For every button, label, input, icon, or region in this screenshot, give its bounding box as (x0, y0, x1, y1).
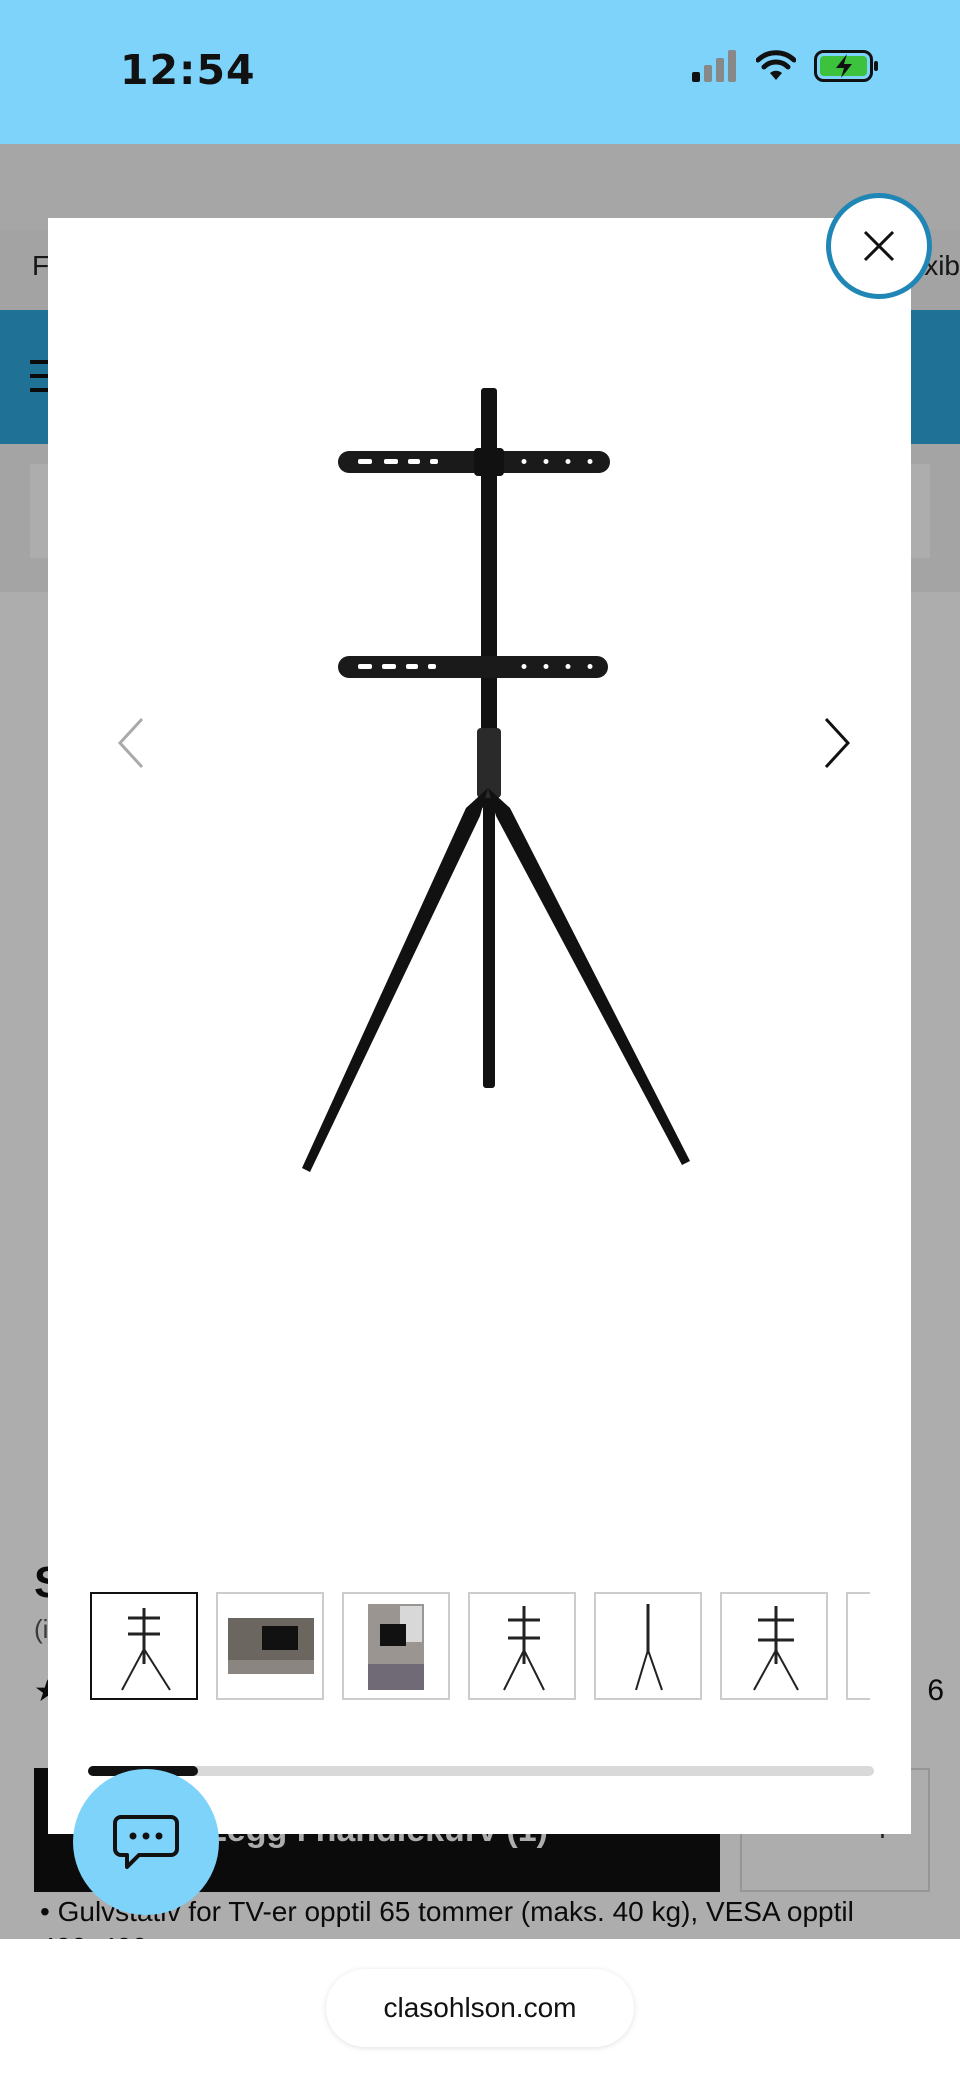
thumbnail-stand-icon (503, 1606, 545, 1691)
wifi-icon (756, 50, 796, 80)
image-gallery-modal (48, 218, 911, 1834)
product-image (302, 388, 690, 1172)
thumbnail-4[interactable] (468, 1592, 576, 1700)
chat-button[interactable] (73, 1769, 219, 1915)
status-icons (692, 50, 880, 82)
status-bar: 12:54 (0, 0, 960, 144)
thumbnail-room-photo (228, 1618, 314, 1674)
gallery-next-arrow-icon[interactable] (810, 713, 860, 773)
status-time: 12:54 (120, 46, 256, 94)
signal-icon (692, 50, 736, 82)
chat-icon (113, 1815, 179, 1869)
thumbnail-stand-side-icon (635, 1604, 663, 1691)
browser-bottom-bar: clasohlson.com (0, 1939, 960, 2081)
thumbnail-6[interactable] (720, 1592, 828, 1700)
thumbnail-strip (90, 1590, 870, 1706)
close-icon (863, 230, 895, 262)
gallery-prev-arrow-icon[interactable] (108, 713, 158, 773)
thumbnail-7[interactable] (846, 1592, 870, 1700)
thumbnail-window-photo (368, 1604, 424, 1690)
thumbnail-stand-icon (121, 1608, 171, 1691)
battery-charging-icon (814, 50, 878, 82)
thumbnail-5[interactable] (594, 1592, 702, 1700)
gallery-scroll-track[interactable] (88, 1766, 874, 1776)
thumbnail-1[interactable] (90, 1592, 198, 1700)
url-bar[interactable]: clasohlson.com (326, 1969, 634, 2047)
thumbnail-3[interactable] (342, 1592, 450, 1700)
close-button[interactable] (826, 193, 932, 299)
thumbnail-stand-icon (753, 1606, 799, 1691)
thumbnail-2[interactable] (216, 1592, 324, 1700)
